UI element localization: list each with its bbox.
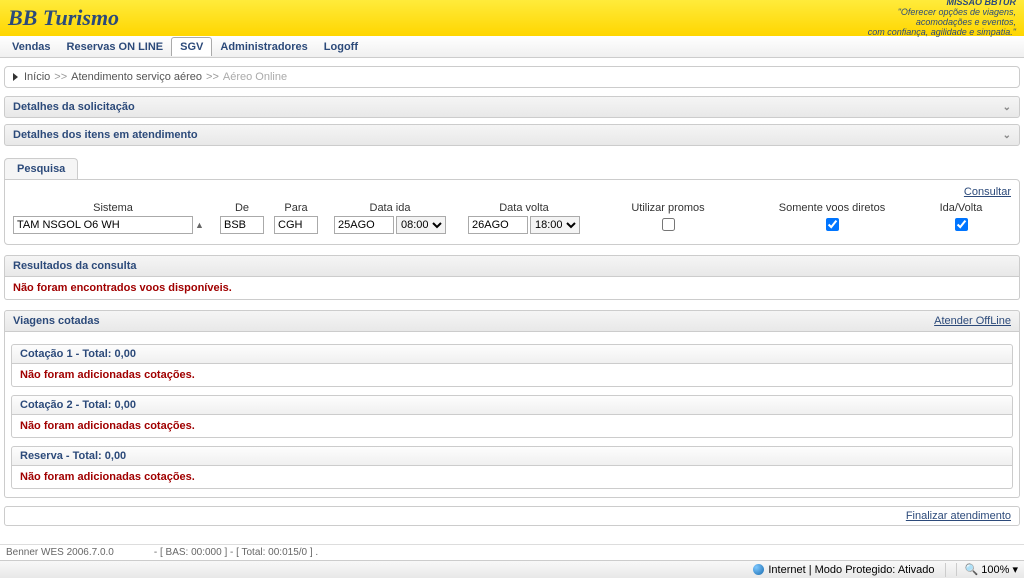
sistema-input[interactable] bbox=[13, 216, 193, 234]
label-sistema: Sistema bbox=[93, 202, 133, 214]
breadcrumb-inicio[interactable]: Início bbox=[24, 71, 50, 83]
panel-title: Detalhes da solicitação bbox=[13, 101, 135, 113]
mission-line: com confiança, agilidade e simpatia." bbox=[868, 28, 1016, 38]
breadcrumb-sep: >> bbox=[54, 71, 67, 83]
panel-detalhes-itens[interactable]: Detalhes dos itens em atendimento ⌄ bbox=[4, 124, 1020, 146]
viagens-body: Cotação 1 - Total: 0,00 Não foram adicio… bbox=[4, 332, 1020, 498]
results-header: Resultados da consulta bbox=[4, 255, 1020, 277]
data-volta-input[interactable] bbox=[468, 216, 528, 234]
zoom-value: 100% bbox=[981, 564, 1009, 576]
tab-row: Pesquisa bbox=[4, 158, 1020, 179]
logo: BB Turismo bbox=[8, 5, 119, 31]
viagens-header: Viagens cotadas Atender OffLine bbox=[4, 310, 1020, 332]
cotacao1-body: Não foram adicionadas cotações. bbox=[11, 364, 1013, 387]
reserva-body: Não foram adicionadas cotações. bbox=[11, 466, 1013, 489]
label-de: De bbox=[235, 202, 249, 214]
reserva-msg: Não foram adicionadas cotações. bbox=[20, 471, 1004, 483]
breadcrumb-current: Aéreo Online bbox=[223, 71, 287, 83]
label-data-ida: Data ida bbox=[370, 202, 411, 214]
para-input[interactable] bbox=[274, 216, 318, 234]
footer: Benner WES 2006.7.0.0 - [ BAS: 00:000 ] … bbox=[0, 544, 1024, 560]
breadcrumb-arrow-icon bbox=[13, 73, 18, 81]
header: BB Turismo MISSÃO BBTUR "Oferecer opções… bbox=[0, 0, 1024, 36]
voos-diretos-checkbox[interactable] bbox=[826, 218, 839, 231]
cotacao2-header[interactable]: Cotação 2 - Total: 0,00 bbox=[11, 395, 1013, 415]
breadcrumb-atendimento[interactable]: Atendimento serviço aéreo bbox=[71, 71, 202, 83]
data-ida-input[interactable] bbox=[334, 216, 394, 234]
hora-volta-select[interactable]: 18:00 bbox=[530, 216, 580, 234]
statusbar: Internet | Modo Protegido: Ativado 🔍 100… bbox=[0, 560, 1024, 578]
mission-block: MISSÃO BBTUR "Oferecer opções de viagens… bbox=[868, 0, 1016, 38]
breadcrumb-sep: >> bbox=[206, 71, 219, 83]
cotacao2-msg: Não foram adicionadas cotações. bbox=[20, 420, 1004, 432]
search-panel: Consultar Sistema ▲ De Para Data ida bbox=[4, 179, 1020, 245]
menu-sgv[interactable]: SGV bbox=[171, 37, 212, 56]
menu-reservas[interactable]: Reservas ON LINE bbox=[59, 38, 172, 56]
menubar: Vendas Reservas ON LINE SGV Administrado… bbox=[0, 36, 1024, 58]
results-title: Resultados da consulta bbox=[13, 260, 136, 272]
content: Início >> Atendimento serviço aéreo >> A… bbox=[0, 58, 1024, 530]
bottom-bar: Finalizar atendimento bbox=[4, 506, 1020, 526]
label-data-volta: Data volta bbox=[499, 202, 549, 214]
panel-title: Detalhes dos itens em atendimento bbox=[13, 129, 198, 141]
breadcrumb: Início >> Atendimento serviço aéreo >> A… bbox=[4, 66, 1020, 88]
panel-detalhes-solicitacao[interactable]: Detalhes da solicitação ⌄ bbox=[4, 96, 1020, 118]
globe-icon bbox=[753, 564, 764, 575]
ida-volta-checkbox[interactable] bbox=[955, 218, 968, 231]
viagens-title: Viagens cotadas bbox=[13, 315, 100, 327]
menu-vendas[interactable]: Vendas bbox=[4, 38, 59, 56]
label-ida-volta: Ida/Volta bbox=[940, 202, 983, 214]
menu-admin[interactable]: Administradores bbox=[212, 38, 315, 56]
results-msg: Não foram encontrados voos disponíveis. bbox=[13, 282, 1011, 294]
hora-ida-select[interactable]: 08:00 bbox=[396, 216, 446, 234]
label-voos-diretos: Somente voos diretos bbox=[779, 202, 885, 214]
promos-checkbox[interactable] bbox=[662, 218, 675, 231]
label-promos: Utilizar promos bbox=[631, 202, 704, 214]
cotacao1-header[interactable]: Cotação 1 - Total: 0,00 bbox=[11, 344, 1013, 364]
tab-pesquisa[interactable]: Pesquisa bbox=[4, 158, 78, 179]
footer-version: Benner WES 2006.7.0.0 bbox=[6, 547, 114, 558]
results-body: Não foram encontrados voos disponíveis. bbox=[4, 277, 1020, 300]
label-para: Para bbox=[284, 202, 307, 214]
status-mode: Internet | Modo Protegido: Ativado bbox=[768, 564, 934, 576]
chevron-down-icon: ⌄ bbox=[1003, 102, 1011, 113]
atender-offline-link[interactable]: Atender OffLine bbox=[934, 315, 1011, 327]
finalizar-link[interactable]: Finalizar atendimento bbox=[906, 510, 1011, 522]
de-input[interactable] bbox=[220, 216, 264, 234]
footer-stats: - [ BAS: 00:000 ] - [ Total: 00:015/0 ] … bbox=[154, 547, 318, 558]
reserva-header[interactable]: Reserva - Total: 0,00 bbox=[11, 446, 1013, 466]
chevron-down-icon: ⌄ bbox=[1003, 130, 1011, 141]
sort-icon[interactable]: ▲ bbox=[195, 220, 204, 230]
statusbar-sep bbox=[945, 563, 946, 577]
menu-logoff[interactable]: Logoff bbox=[316, 38, 366, 56]
cotacao1-msg: Não foram adicionadas cotações. bbox=[20, 369, 1004, 381]
consultar-link[interactable]: Consultar bbox=[964, 186, 1011, 198]
cotacao2-body: Não foram adicionadas cotações. bbox=[11, 415, 1013, 438]
zoom-control[interactable]: 🔍 100% ▾ bbox=[956, 563, 1018, 576]
